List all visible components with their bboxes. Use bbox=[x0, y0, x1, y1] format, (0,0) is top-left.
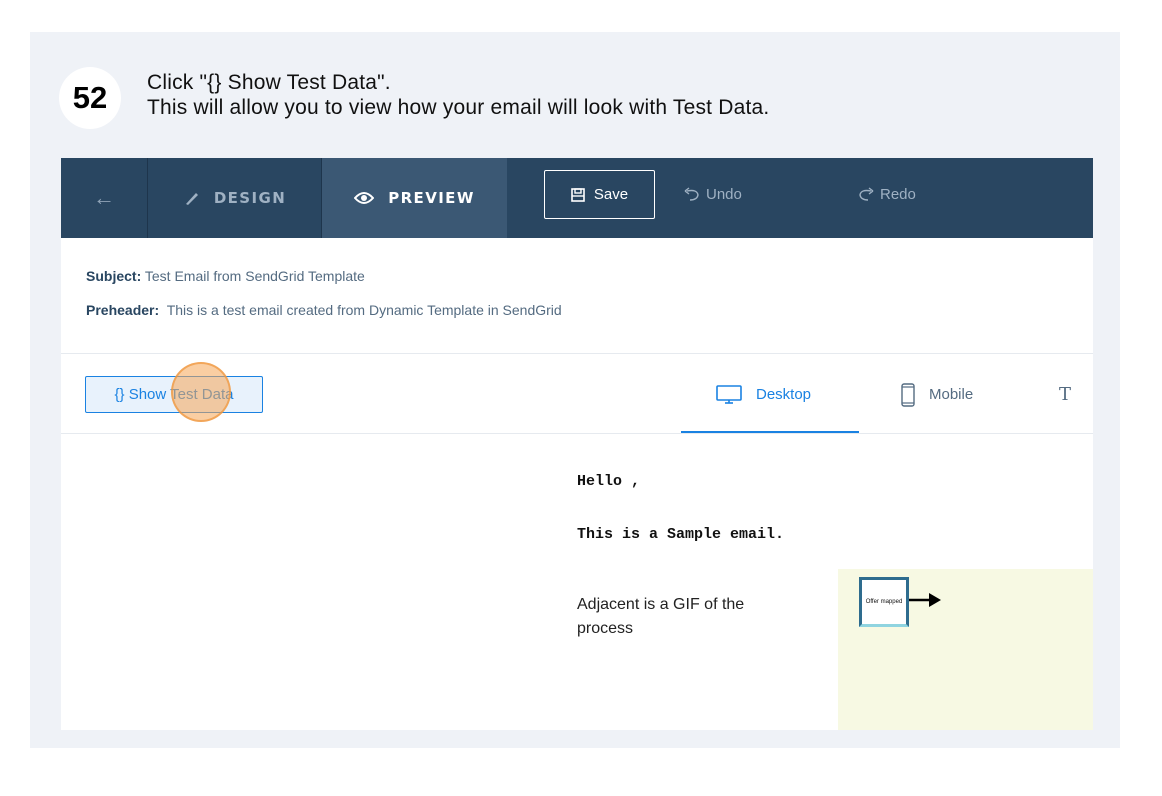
view-tab-mobile[interactable]: Mobile bbox=[901, 376, 973, 413]
redo-button[interactable]: Redo bbox=[858, 182, 916, 206]
show-test-data-button[interactable]: {} Show Test Data bbox=[85, 376, 263, 413]
mobile-icon bbox=[901, 382, 915, 407]
tab-design-label: DESIGN bbox=[213, 189, 287, 207]
email-meta: Subject: Test Email from SendGrid Templa… bbox=[86, 266, 562, 334]
step-instructions: Click "{} Show Test Data". This will all… bbox=[147, 70, 1087, 120]
divider bbox=[61, 353, 1093, 354]
save-button[interactable]: Save bbox=[544, 170, 655, 219]
floppy-icon bbox=[571, 187, 585, 202]
desktop-label: Desktop bbox=[756, 386, 812, 403]
instruction-line-1: Click "{} Show Test Data". bbox=[147, 71, 391, 94]
email-adjacent-text: Adjacent is a GIF of the process bbox=[577, 596, 745, 637]
gif-box: Offer mapped bbox=[859, 577, 909, 627]
tab-preview-label: PREVIEW bbox=[388, 189, 475, 207]
gif-box-label: Offer mapped bbox=[865, 599, 903, 605]
view-tab-desktop[interactable]: Desktop bbox=[716, 376, 811, 413]
step-number-badge: 52 bbox=[59, 67, 121, 129]
editor-toolbar: ← DESIGN PREVIEW Save Undo Redo bbox=[61, 158, 1093, 238]
preheader-row: Preheader: This is a test email created … bbox=[86, 300, 562, 334]
undo-button[interactable]: Undo bbox=[684, 182, 742, 206]
gif-preview: Offer mapped bbox=[838, 569, 1093, 730]
brush-icon bbox=[185, 193, 198, 205]
email-greeting: Hello , bbox=[577, 473, 641, 490]
view-tab-text[interactable]: T bbox=[1059, 376, 1071, 413]
subject-label: Subject: bbox=[86, 268, 142, 284]
instruction-line-2: This will allow you to view how your ema… bbox=[147, 96, 770, 119]
tab-design[interactable]: DESIGN bbox=[149, 158, 322, 238]
sendgrid-editor: ← DESIGN PREVIEW Save Undo Redo Subject:… bbox=[61, 158, 1093, 730]
redo-icon bbox=[859, 187, 874, 201]
email-body-line: This is a Sample email. bbox=[577, 526, 785, 543]
arrow-left-icon: ← bbox=[93, 185, 115, 210]
preheader-label: Preheader: bbox=[86, 302, 160, 318]
subject-value: Test Email from SendGrid Template bbox=[144, 268, 365, 284]
tab-preview[interactable]: PREVIEW bbox=[322, 158, 507, 238]
arrow-right-icon bbox=[909, 593, 941, 607]
redo-label: Redo bbox=[880, 185, 916, 203]
subject-row: Subject: Test Email from SendGrid Templa… bbox=[86, 266, 562, 300]
undo-icon bbox=[684, 187, 699, 201]
eye-icon bbox=[354, 192, 375, 204]
divider bbox=[61, 433, 1093, 434]
save-label: Save bbox=[593, 186, 629, 203]
desktop-icon bbox=[716, 384, 742, 404]
mobile-label: Mobile bbox=[929, 386, 974, 403]
text-label: T bbox=[1059, 384, 1072, 405]
undo-label: Undo bbox=[706, 185, 742, 203]
back-button[interactable]: ← bbox=[61, 158, 148, 238]
preheader-value: This is a test email created from Dynami… bbox=[166, 302, 562, 318]
